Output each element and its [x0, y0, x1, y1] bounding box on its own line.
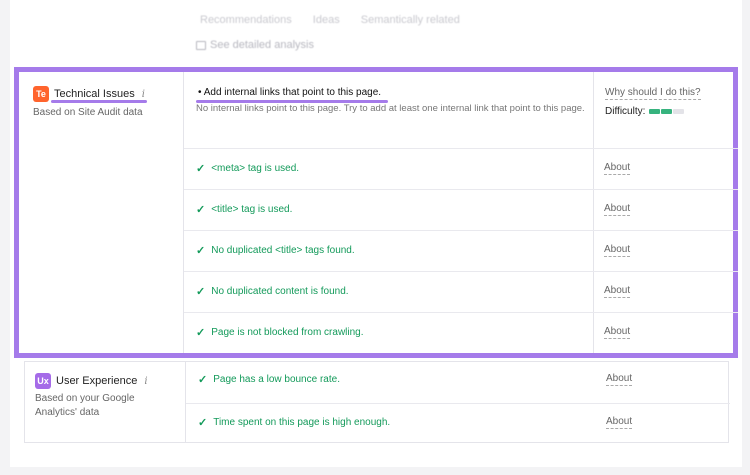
faded-tab[interactable]: Recommendations [200, 14, 292, 26]
about-link[interactable]: About [604, 326, 631, 339]
category-subtitle: Based on Site Audit data [33, 107, 143, 118]
category-subtitle: Based on your Google Analytics' data [35, 393, 135, 418]
document-icon [196, 40, 206, 50]
check-row: ✓ No duplicated content is found. About [184, 271, 738, 312]
category-badge: Te [33, 86, 49, 102]
issue-title: • Add internal links that point to this … [198, 87, 382, 98]
category-column: Ux User Experience i Based on your Googl… [25, 362, 186, 442]
info-icon[interactable]: i [144, 376, 147, 387]
check-icon: ✓ [196, 327, 206, 339]
difficulty-bar [649, 109, 685, 114]
check-icon: ✓ [196, 245, 206, 257]
about-link[interactable]: About [604, 203, 631, 216]
technical-issues-section: Te Technical Issues i Based on Site Audi… [14, 67, 738, 358]
difficulty-indicator: Difficulty: [605, 106, 685, 117]
faded-tab[interactable]: Semantically related [361, 14, 460, 26]
check-row: ✓ Page has a low bounce rate. About [198, 373, 633, 386]
check-icon: ✓ [198, 374, 208, 386]
category-title: User Experience [56, 375, 138, 387]
highlight-underline [51, 100, 147, 103]
category-header: Ux User Experience i [35, 373, 148, 389]
issue-description: No internal links point to this page. Tr… [196, 103, 585, 114]
info-icon[interactable]: i [142, 89, 145, 100]
check-row: ✓ <title> tag is used. About [184, 189, 738, 230]
about-link[interactable]: About [604, 285, 631, 298]
check-row: ✓ Time spent on this page is high enough.… [186, 403, 730, 443]
check-row: ✓ No duplicated <title> tags found. About [184, 230, 738, 271]
about-link[interactable]: About [606, 373, 633, 386]
check-icon: ✓ [198, 417, 208, 429]
check-icon: ✓ [196, 163, 206, 175]
why-link[interactable]: Why should I do this? [605, 87, 701, 100]
category-title: Technical Issues [54, 88, 135, 100]
faded-tab-row: Recommendations Ideas Semantically relat… [200, 14, 478, 26]
faded-tab[interactable]: Ideas [313, 14, 340, 26]
user-experience-section: Ux User Experience i Based on your Googl… [24, 361, 730, 443]
about-link[interactable]: About [606, 416, 633, 429]
category-column: Te Technical Issues i Based on Site Audi… [19, 72, 184, 353]
see-analysis-label: See detailed analysis [210, 39, 314, 51]
category-badge: Ux [35, 373, 51, 389]
about-link[interactable]: About [604, 162, 631, 175]
about-link[interactable]: About [604, 244, 631, 257]
check-icon: ✓ [196, 204, 206, 216]
issue-row: • Add internal links that point to this … [184, 72, 738, 148]
check-row: ✓ Page is not blocked from crawling. Abou… [184, 312, 738, 353]
see-detailed-analysis-link[interactable]: See detailed analysis [196, 39, 314, 51]
difficulty-label: Difficulty: [605, 106, 646, 117]
check-icon: ✓ [196, 286, 206, 298]
check-row: ✓ <meta> tag is used. About [184, 148, 738, 189]
